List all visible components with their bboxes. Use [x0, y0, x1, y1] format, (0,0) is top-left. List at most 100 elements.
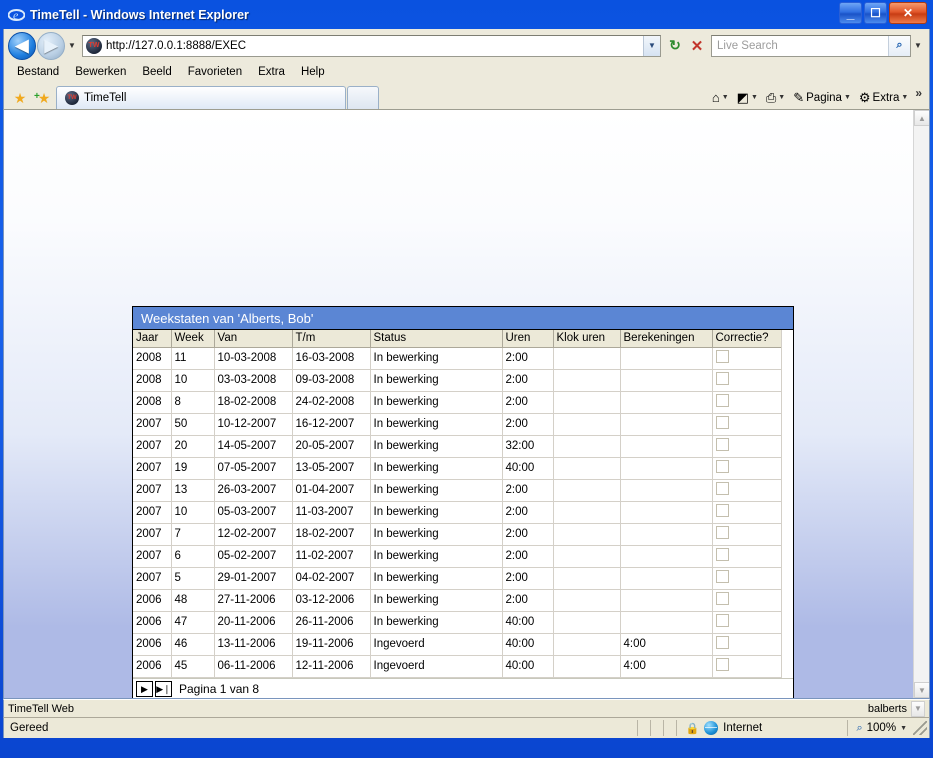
cell-van: 06-11-2006: [214, 655, 293, 678]
cell-week: 46: [171, 633, 215, 656]
table-row[interactable]: 2008 10 03-03-2008 09-03-2008 In bewerking 2:…: [133, 369, 783, 392]
cell-status: In bewerking: [370, 501, 503, 524]
cell-tm: 11-03-2007: [292, 501, 371, 524]
correctie-checkbox[interactable]: [715, 614, 729, 627]
tab-timetell[interactable]: TW TimeTell: [56, 86, 346, 109]
cell-van: 14-05-2007: [214, 435, 293, 458]
search-button[interactable]: ⌕: [888, 35, 910, 56]
menu-favorieten[interactable]: Favorieten: [181, 64, 249, 80]
table-row[interactable]: 2006 46 13-11-2006 19-11-2006 Ingevoerd 40:00…: [133, 633, 783, 656]
correctie-checkbox[interactable]: [715, 438, 729, 451]
feeds-button[interactable]: ◩ ▼: [733, 89, 762, 106]
table-row[interactable]: 2007 50 10-12-2007 16-12-2007 In bewerking 2:…: [133, 413, 783, 436]
correctie-checkbox[interactable]: [715, 482, 729, 495]
menu-bewerken[interactable]: Bewerken: [68, 64, 133, 80]
address-input[interactable]: http://127.0.0.1:8888/EXEC: [106, 40, 643, 52]
table-row[interactable]: 2007 19 07-05-2007 13-05-2007 In bewerking 40…: [133, 457, 783, 480]
home-button[interactable]: ⌂ ▼: [708, 89, 733, 106]
cell-tm: 24-02-2008: [292, 391, 371, 414]
page-scrollbar[interactable]: ▲ ▼: [913, 110, 929, 698]
table-row[interactable]: 2007 10 05-03-2007 11-03-2007 In bewerking 2:…: [133, 501, 783, 524]
security-zone[interactable]: 🔒 Internet: [677, 721, 847, 735]
menu-help[interactable]: Help: [294, 64, 332, 80]
menu-extra[interactable]: Extra: [251, 64, 292, 80]
page-menu-button[interactable]: ✎ Pagina ▼: [789, 89, 855, 106]
last-page-button[interactable]: ▶❘: [155, 681, 172, 697]
dialog-body: Jaar Week Van T/m Status Uren Klok uren …: [133, 330, 793, 698]
cell-van: 10-03-2008: [214, 347, 293, 370]
cell-klok: [553, 545, 621, 568]
grid-pager: ▶ ▶❘ Pagina 1 van 8: [133, 678, 793, 698]
forward-button[interactable]: ▶: [37, 31, 65, 60]
tools-menu-button[interactable]: ⚙ Extra ▼: [855, 89, 912, 106]
table-row[interactable]: 2007 20 14-05-2007 20-05-2007 In bewerking 32…: [133, 435, 783, 458]
table-row[interactable]: 2007 13 26-03-2007 01-04-2007 In bewerking 2:…: [133, 479, 783, 502]
correctie-checkbox[interactable]: [715, 394, 729, 407]
scroll-down-button[interactable]: ▼: [914, 682, 929, 698]
correctie-checkbox[interactable]: [715, 416, 729, 429]
correctie-checkbox[interactable]: [715, 504, 729, 517]
cell-week: 48: [171, 589, 215, 612]
table-row[interactable]: 2007 7 12-02-2007 18-02-2007 In bewerking 2:0…: [133, 523, 783, 546]
table-row[interactable]: 2008 11 10-03-2008 16-03-2008 In bewerking 2:…: [133, 347, 783, 370]
refresh-button[interactable]: ↻: [664, 35, 686, 57]
next-page-button[interactable]: ▶: [136, 681, 153, 697]
cell-van: 05-03-2007: [214, 501, 293, 524]
table-row[interactable]: 2006 48 27-11-2006 03-12-2006 In bewerking 2:…: [133, 589, 783, 612]
column-header-klok-uren[interactable]: Klok uren: [553, 330, 621, 348]
column-header-uren[interactable]: Uren: [502, 330, 554, 348]
correctie-checkbox[interactable]: [715, 526, 729, 539]
overflow-chevron-icon[interactable]: »: [912, 86, 925, 100]
menu-beeld[interactable]: Beeld: [135, 64, 178, 80]
zoom-control[interactable]: ⌕ 100% ▼: [848, 722, 911, 735]
table-row[interactable]: 2007 6 05-02-2007 11-02-2007 In bewerking 2:0…: [133, 545, 783, 568]
security-zone-label: Internet: [723, 722, 763, 734]
correctie-checkbox[interactable]: [715, 570, 729, 583]
close-button[interactable]: ✕: [889, 2, 927, 24]
favorites-center-button[interactable]: ★: [8, 87, 32, 109]
table-row[interactable]: 2006 47 20-11-2006 26-11-2006 In bewerking 40…: [133, 611, 783, 634]
column-header-tm[interactable]: T/m: [292, 330, 371, 348]
search-provider-dropdown[interactable]: ▼: [911, 35, 925, 57]
scroll-up-button[interactable]: ▲: [914, 110, 929, 126]
maximize-button[interactable]: ☐: [864, 2, 887, 24]
table-row[interactable]: 2007 5 29-01-2007 04-02-2007 In bewerking 2:0…: [133, 567, 783, 590]
back-button[interactable]: ◀: [8, 31, 36, 60]
search-box[interactable]: Live Search ⌕: [711, 34, 911, 57]
cell-van: 26-03-2007: [214, 479, 293, 502]
column-header-van[interactable]: Van: [214, 330, 293, 348]
menu-bestand[interactable]: Bestand: [10, 64, 66, 80]
grid-scrollbar[interactable]: [781, 330, 793, 678]
correctie-checkbox[interactable]: [715, 636, 729, 649]
resize-grip[interactable]: [913, 721, 927, 735]
correctie-checkbox[interactable]: [715, 592, 729, 605]
column-header-correctie[interactable]: Correctie?: [712, 330, 783, 348]
cell-berekeningen: [620, 413, 713, 436]
add-to-favorites-button[interactable]: ★ +: [32, 87, 56, 109]
correctie-checkbox[interactable]: [715, 460, 729, 473]
column-header-status[interactable]: Status: [370, 330, 503, 348]
new-tab-button[interactable]: [347, 86, 379, 109]
cell-week: 10: [171, 501, 215, 524]
column-header-jaar[interactable]: Jaar: [133, 330, 172, 348]
table-row[interactable]: 2008 8 18-02-2008 24-02-2008 In bewerking 2:0…: [133, 391, 783, 414]
stop-button[interactable]: ✕: [686, 35, 708, 57]
cell-berekeningen: [620, 523, 713, 546]
cell-jaar: 2007: [133, 567, 172, 590]
address-dropdown-button[interactable]: ▼: [643, 35, 660, 56]
column-header-week[interactable]: Week: [171, 330, 215, 348]
correctie-checkbox[interactable]: [715, 350, 729, 363]
table-row[interactable]: 2006 45 06-11-2006 12-11-2006 Ingevoerd 40:00…: [133, 655, 783, 678]
print-button[interactable]: ⎙ ▼: [762, 89, 789, 106]
scroll-down-button[interactable]: ▼: [911, 700, 925, 717]
cell-van: 20-11-2006: [214, 611, 293, 634]
minimize-button[interactable]: _: [839, 2, 862, 24]
address-bar[interactable]: TW http://127.0.0.1:8888/EXEC ▼: [82, 34, 661, 57]
refresh-icon: ↻: [669, 37, 681, 53]
correctie-checkbox[interactable]: [715, 548, 729, 561]
search-input[interactable]: Live Search: [712, 40, 888, 52]
recent-pages-dropdown[interactable]: ▼: [65, 41, 79, 50]
column-header-berekeningen[interactable]: Berekeningen: [620, 330, 713, 348]
correctie-checkbox[interactable]: [715, 372, 729, 385]
correctie-checkbox[interactable]: [715, 658, 729, 671]
